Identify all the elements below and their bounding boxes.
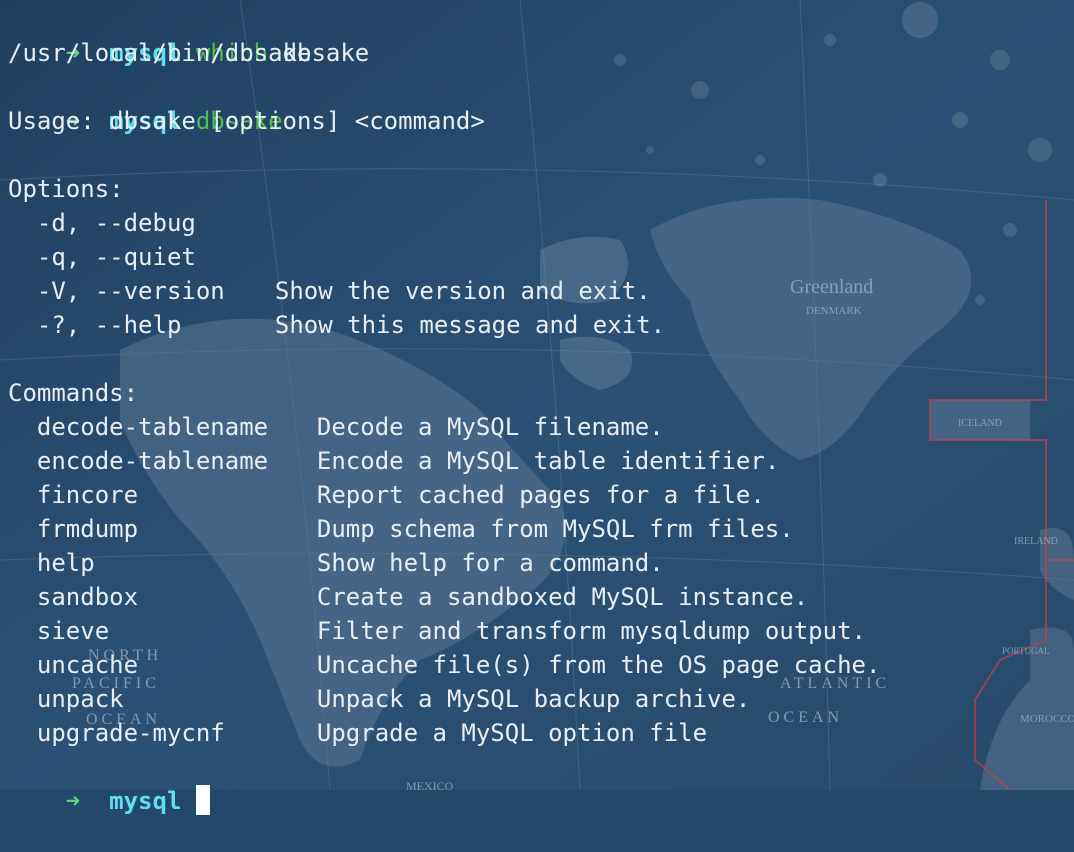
active-prompt-line[interactable]: ➜ mysql: [8, 750, 1068, 815]
command-row-desc: Show help for a command.: [316, 549, 664, 577]
command-row-desc: Uncache file(s) from the OS page cache.: [316, 651, 881, 679]
command-row-desc: Create a sandboxed MySQL instance.: [316, 583, 809, 611]
command-row-name: frmdump: [36, 515, 139, 543]
command-row-desc: Dump schema from MySQL frm files.: [316, 515, 794, 543]
command-row-desc: Decode a MySQL filename.: [316, 413, 664, 441]
command-row-name: sandbox: [36, 583, 139, 611]
command-row: sandbox Create a sandboxed MySQL instance…: [8, 580, 1068, 614]
option-row: -d, --debug: [8, 206, 1068, 240]
option-flag: -V, --version: [36, 277, 225, 305]
option-row: -V, --version Show the version and exit.: [8, 274, 1068, 308]
options-header: Options:: [8, 175, 124, 203]
command-row-desc: Upgrade a MySQL option file: [316, 719, 708, 747]
command-row-desc: Report cached pages for a file.: [316, 481, 765, 509]
command-row-name: unpack: [36, 685, 124, 713]
commands-header: Commands:: [8, 379, 139, 407]
usage-line: Usage: dbsake [options] <command>: [8, 107, 485, 135]
command-row: uncache Uncache file(s) from the OS page …: [8, 648, 1068, 682]
command-row-name: help: [36, 549, 95, 577]
command-row-name: fincore: [36, 481, 139, 509]
command-row: sieve Filter and transform mysqldump outp…: [8, 614, 1068, 648]
option-flag: -d, --debug: [36, 209, 196, 237]
command-row: decode-tablename Decode a MySQL filename.: [8, 410, 1068, 444]
command-row: fincore Report cached pages for a file.: [8, 478, 1068, 512]
option-flag: -?, --help: [36, 311, 182, 339]
command-row: unpack Unpack a MySQL backup archive.: [8, 682, 1068, 716]
command-row: encode-tablename Encode a MySQL table ide…: [8, 444, 1068, 478]
option-row: -?, --help Show this message and exit.: [8, 308, 1068, 342]
prompt-arrow-icon: ➜: [65, 787, 81, 815]
command-row-name: encode-tablename: [36, 447, 269, 475]
prompt-line: ➜ mysql dbsake: [8, 70, 1068, 135]
command-row-name: uncache: [36, 651, 139, 679]
option-flag: -q, --quiet: [36, 243, 196, 271]
command-row-name: upgrade-mycnf: [36, 719, 225, 747]
terminal-window[interactable]: ➜ mysql which dbsake /usr/local/bin/dbsa…: [8, 2, 1068, 815]
prompt-directory: mysql: [109, 787, 182, 815]
command-row: frmdump Dump schema from MySQL frm files.: [8, 512, 1068, 546]
command-row-desc: Filter and transform mysqldump output.: [316, 617, 866, 645]
option-row: -q, --quiet: [8, 240, 1068, 274]
command-row-name: decode-tablename: [36, 413, 269, 441]
command-row-desc: Unpack a MySQL backup archive.: [316, 685, 751, 713]
output-line: /usr/local/bin/dbsake: [8, 39, 312, 67]
option-desc: Show this message and exit.: [274, 311, 666, 339]
command-row-name: sieve: [36, 617, 110, 645]
option-desc: Show the version and exit.: [274, 277, 651, 305]
command-row: help Show help for a command.: [8, 546, 1068, 580]
prompt-line: ➜ mysql which dbsake: [8, 2, 1068, 67]
command-row: upgrade-mycnf Upgrade a MySQL option file: [8, 716, 1068, 750]
command-row-desc: Encode a MySQL table identifier.: [316, 447, 780, 475]
